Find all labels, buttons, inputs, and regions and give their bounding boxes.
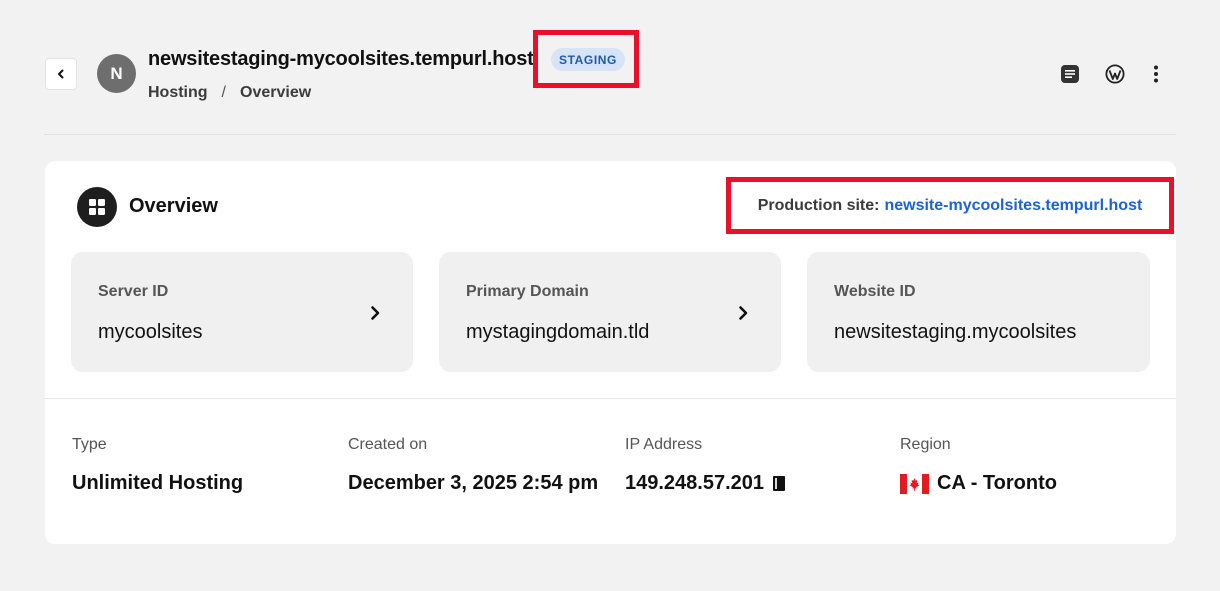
info-label-ip: IP Address: [625, 436, 703, 453]
canada-flag-icon: [900, 473, 929, 494]
production-site: Production site: newsite-mycoolsites.tem…: [726, 177, 1174, 234]
tile-label: Website ID: [834, 283, 916, 300]
tile-value: mystagingdomain.tld: [466, 321, 650, 343]
ip-value: 149.248.57.201: [625, 472, 765, 494]
tile-value: mycoolsites: [98, 321, 203, 343]
avatar: N: [97, 54, 136, 93]
page-title: newsitestaging-mycoolsites.tempurl.host: [148, 48, 534, 70]
breadcrumb: Hosting / Overview: [148, 84, 311, 102]
tile-label: Server ID: [98, 283, 169, 300]
breadcrumb-separator: /: [221, 84, 226, 101]
tile-website-id: Website ID newsitestaging.mycoolsites: [807, 252, 1150, 372]
production-site-link[interactable]: newsite-mycoolsites.tempurl.host: [884, 197, 1142, 215]
chevron-left-icon: [58, 69, 64, 79]
overview-title: Overview: [129, 195, 218, 217]
info-value-ip: 149.248.57.201: [625, 472, 786, 495]
info-label-region: Region: [900, 436, 951, 453]
info-value-type: Unlimited Hosting: [72, 472, 243, 495]
type-value: Unlimited Hosting: [72, 472, 244, 494]
info-value-region: CA - Toronto: [900, 472, 1057, 495]
copy-icon[interactable]: [772, 475, 786, 492]
info-label-type: Type: [72, 436, 107, 453]
back-button[interactable]: [45, 58, 77, 90]
wordpress-icon: [1105, 64, 1125, 84]
header-divider: [44, 134, 1176, 135]
card-divider: [45, 398, 1176, 399]
chevron-right-icon: [371, 306, 380, 320]
production-label: Production site:: [757, 196, 880, 214]
wordpress-button[interactable]: [1104, 63, 1126, 85]
created-value: December 3, 2025 2:54 pm: [348, 472, 599, 494]
more-options-button[interactable]: [1145, 63, 1167, 85]
region-value: CA - Toronto: [937, 472, 1057, 494]
more-vertical-icon: [1154, 65, 1158, 83]
notes-button[interactable]: [1059, 63, 1081, 85]
breadcrumb-hosting[interactable]: Hosting: [148, 84, 208, 102]
tile-label: Primary Domain: [466, 283, 589, 300]
grid-icon: [77, 187, 117, 227]
notes-icon: [1061, 65, 1079, 83]
tile-value: newsitestaging.mycoolsites: [834, 321, 1077, 343]
tile-server-id[interactable]: Server ID mycoolsites: [71, 252, 413, 372]
status-badge: STAGING: [551, 48, 625, 71]
info-label-created: Created on: [348, 436, 428, 453]
overview-card: Overview Production site: newsite-mycool…: [45, 161, 1176, 544]
chevron-right-icon: [739, 306, 748, 320]
tile-primary-domain[interactable]: Primary Domain mystagingdomain.tld: [439, 252, 781, 372]
info-value-created: December 3, 2025 2:54 pm: [348, 472, 598, 495]
breadcrumb-overview: Overview: [240, 84, 312, 101]
